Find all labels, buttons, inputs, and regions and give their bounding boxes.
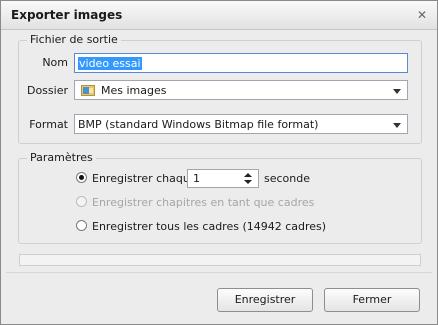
stepper-up-icon[interactable] <box>244 173 252 177</box>
format-value: BMP (standard Windows Bitmap file format… <box>78 118 319 131</box>
folder-select[interactable]: Mes images <box>74 80 408 100</box>
radio-save-every[interactable] <box>76 172 87 183</box>
chevron-down-icon <box>393 123 401 128</box>
radio-save-chapters[interactable] <box>76 196 87 207</box>
save-button[interactable]: Enregistrer <box>217 288 313 312</box>
divider <box>6 272 432 273</box>
option-save-chapters-label[interactable]: Enregistrer chapitres en tant que cadres <box>92 196 314 209</box>
close-icon[interactable]: ✕ <box>413 6 431 24</box>
interval-unit-label: seconde <box>264 172 310 185</box>
close-button[interactable]: Fermer <box>324 288 420 312</box>
option-save-all-frames-label[interactable]: Enregistrer tous les cadres (14942 cadre… <box>92 220 326 233</box>
radio-save-all-frames[interactable] <box>76 220 87 231</box>
chevron-down-icon <box>393 89 401 94</box>
dialog-title: Exporter images <box>11 8 123 22</box>
title-bar: Exporter images ✕ <box>1 1 437 30</box>
output-file-legend: Fichier de sortie <box>27 33 121 46</box>
export-images-dialog: Exporter images ✕ Fichier de sortie Nom … <box>0 0 438 325</box>
name-label: Nom <box>42 56 68 69</box>
progress-bar <box>19 254 421 266</box>
parameters-legend: Paramètres <box>27 151 96 164</box>
interval-value: 1 <box>193 172 200 185</box>
option-save-every-label[interactable]: Enregistrer chaque <box>92 172 197 185</box>
name-value: video essai <box>78 57 142 70</box>
folder-images-icon <box>81 85 95 96</box>
format-label: Format <box>29 118 68 131</box>
name-input[interactable]: video essai <box>74 53 408 73</box>
folder-label: Dossier <box>26 84 68 97</box>
stepper-down-icon[interactable] <box>244 180 252 184</box>
interval-stepper[interactable]: 1 <box>187 169 259 188</box>
format-select[interactable]: BMP (standard Windows Bitmap file format… <box>74 114 408 134</box>
folder-value: Mes images <box>101 84 167 97</box>
